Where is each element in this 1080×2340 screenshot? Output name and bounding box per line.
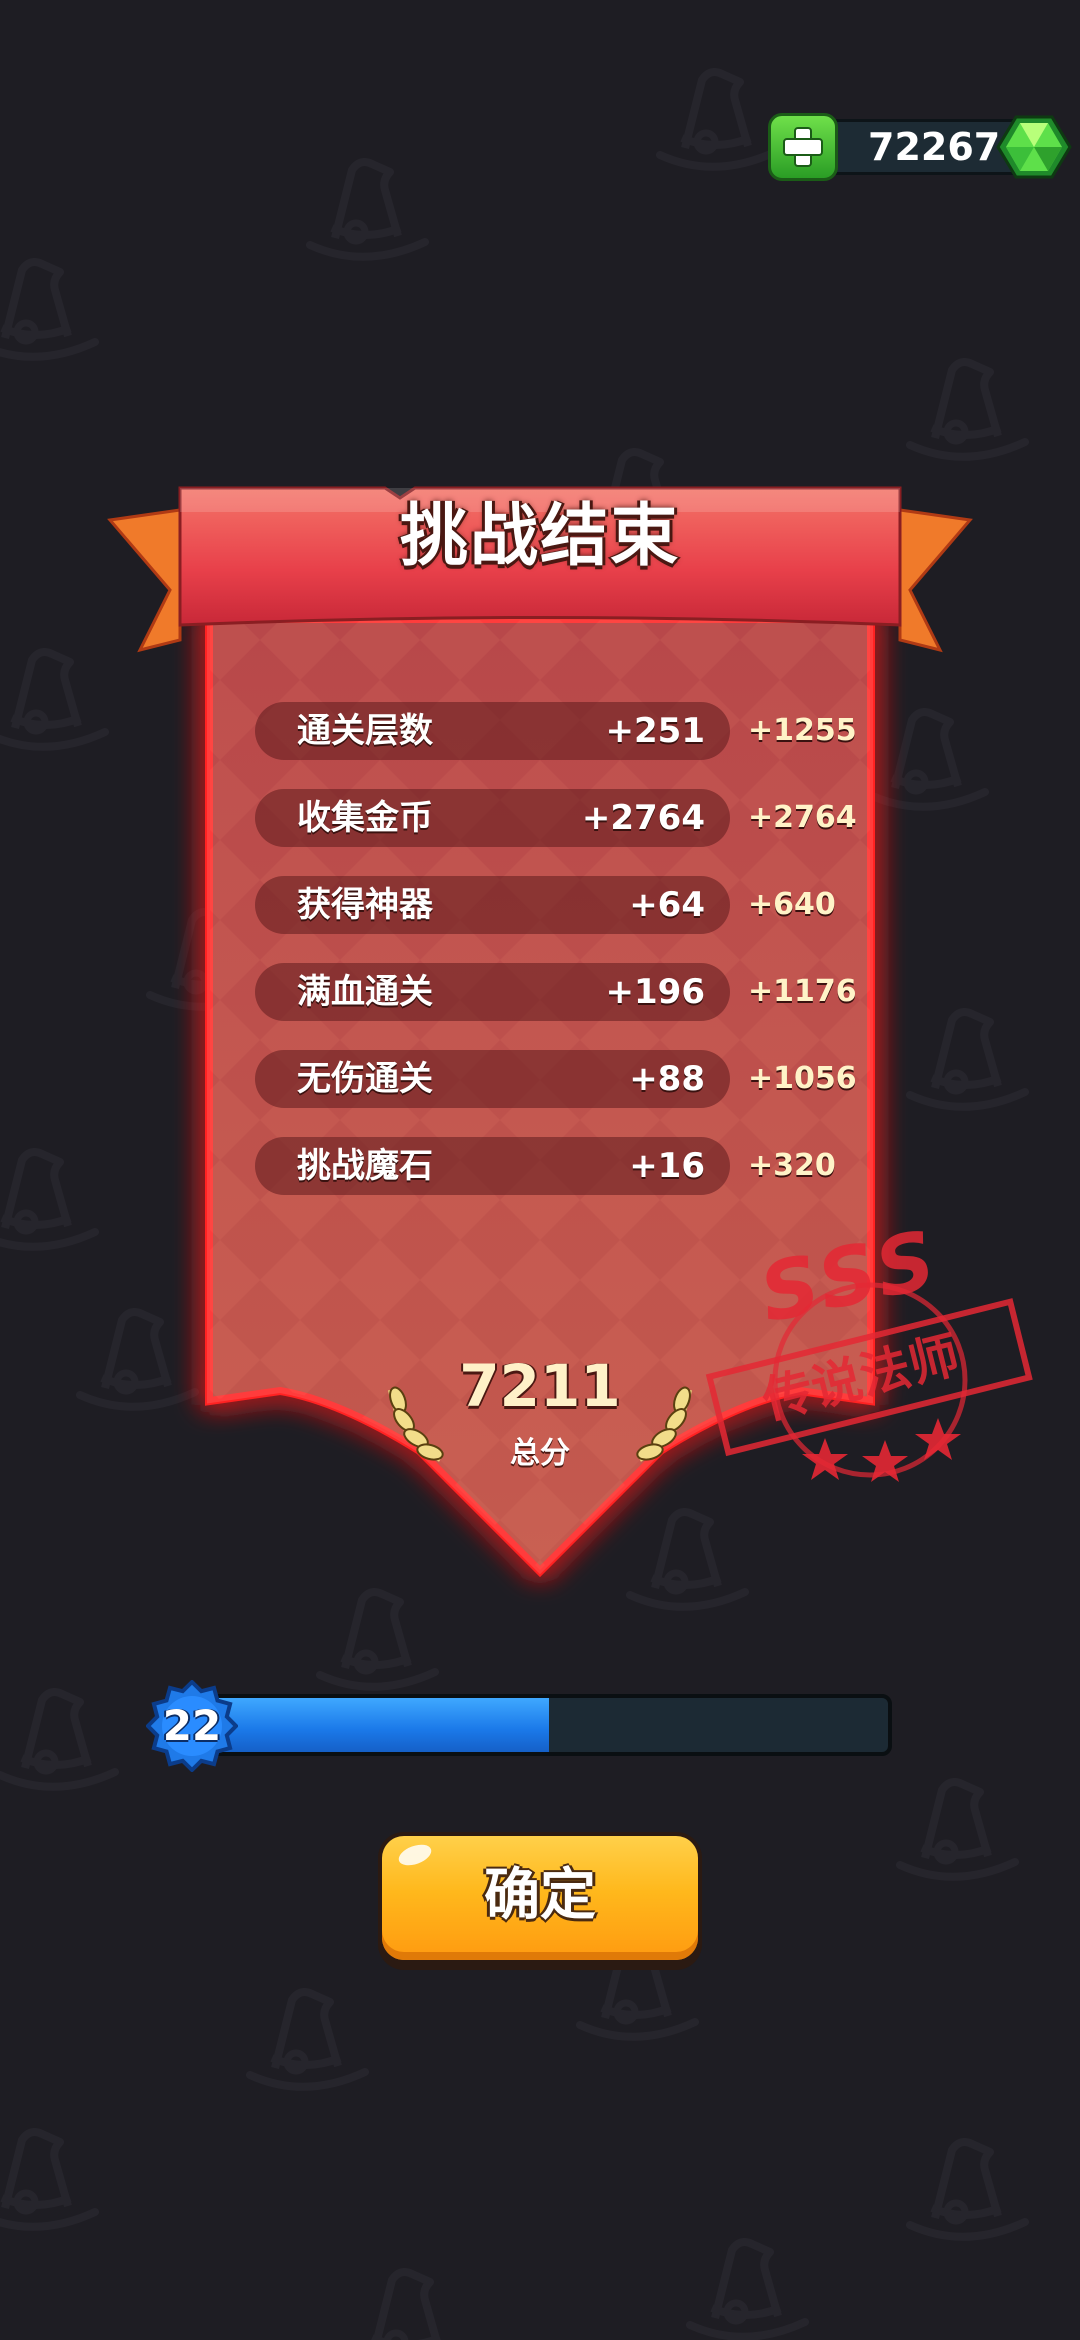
witch-hat-icon <box>906 2138 1029 2241</box>
score-row: 无伤通关 +88 +1056 <box>255 1050 875 1108</box>
confirm-button-label: 确定 <box>484 1863 596 1928</box>
witch-hat-icon <box>0 1148 99 1251</box>
score-row: 挑战魔石 +16 +320 <box>255 1137 875 1195</box>
witch-hat-icon <box>686 2238 809 2340</box>
row-bonus: +2764 <box>748 800 857 835</box>
row-label: 收集金币 <box>297 798 433 838</box>
result-title: 挑战结束 <box>399 497 680 576</box>
score-row: 获得神器 +64 +640 <box>255 876 875 934</box>
row-value: +16 <box>629 1146 705 1186</box>
row-bonus: +320 <box>748 1148 836 1183</box>
row-bonus: +1255 <box>748 713 857 748</box>
level-number: 22 <box>162 1701 222 1750</box>
score-row: 通关层数 +251 +1255 <box>255 702 875 760</box>
score-row: 满血通关 +196 +1176 <box>255 963 875 1021</box>
add-currency-button[interactable] <box>768 113 838 181</box>
game-screen: 72267 挑战结束 通关层数 +251 +1255 收集金币 +2764 +2… <box>0 0 1080 2340</box>
xp-bar-fill <box>210 1698 549 1752</box>
row-label: 无伤通关 <box>297 1059 433 1099</box>
star-icon <box>802 1438 848 1480</box>
row-value: +196 <box>605 972 705 1012</box>
row-value: +2764 <box>581 798 705 838</box>
witch-hat-icon <box>896 1778 1019 1881</box>
score-row: 收集金币 +2764 +2764 <box>255 789 875 847</box>
row-bonus: +1176 <box>748 974 857 1009</box>
witch-hat-icon <box>246 1988 369 2091</box>
row-value: +88 <box>629 1059 705 1099</box>
total-score-label: 总分 <box>510 1436 570 1471</box>
confirm-button[interactable]: 确定 <box>378 1832 702 1970</box>
total-score: 7211 <box>459 1352 621 1420</box>
currency-amount: 72267 <box>868 125 1001 169</box>
row-label: 获得神器 <box>297 885 433 925</box>
rank-stamp: SSS 传说法师 <box>700 1212 1040 1520</box>
level-progress: 22 <box>146 1680 896 1772</box>
witch-hat-icon <box>0 1688 119 1791</box>
row-bonus: +1056 <box>748 1061 857 1096</box>
witch-hat-icon <box>371 2268 441 2340</box>
row-value: +64 <box>629 885 705 925</box>
witch-hat-icon <box>0 258 99 361</box>
xp-bar <box>206 1694 892 1756</box>
witch-hat-icon <box>0 2128 99 2231</box>
row-bonus: +640 <box>748 887 836 922</box>
row-label: 挑战魔石 <box>297 1146 433 1186</box>
witch-hat-icon <box>306 158 429 261</box>
row-label: 满血通关 <box>297 972 433 1012</box>
green-gem-icon <box>996 115 1072 179</box>
currency-display: 72267 <box>768 113 1072 181</box>
plus-icon <box>783 127 823 167</box>
row-value: +251 <box>605 711 705 751</box>
row-label: 通关层数 <box>297 711 433 751</box>
score-rows: 通关层数 +251 +1255 收集金币 +2764 +2764 获得神器 +6… <box>255 702 875 1224</box>
